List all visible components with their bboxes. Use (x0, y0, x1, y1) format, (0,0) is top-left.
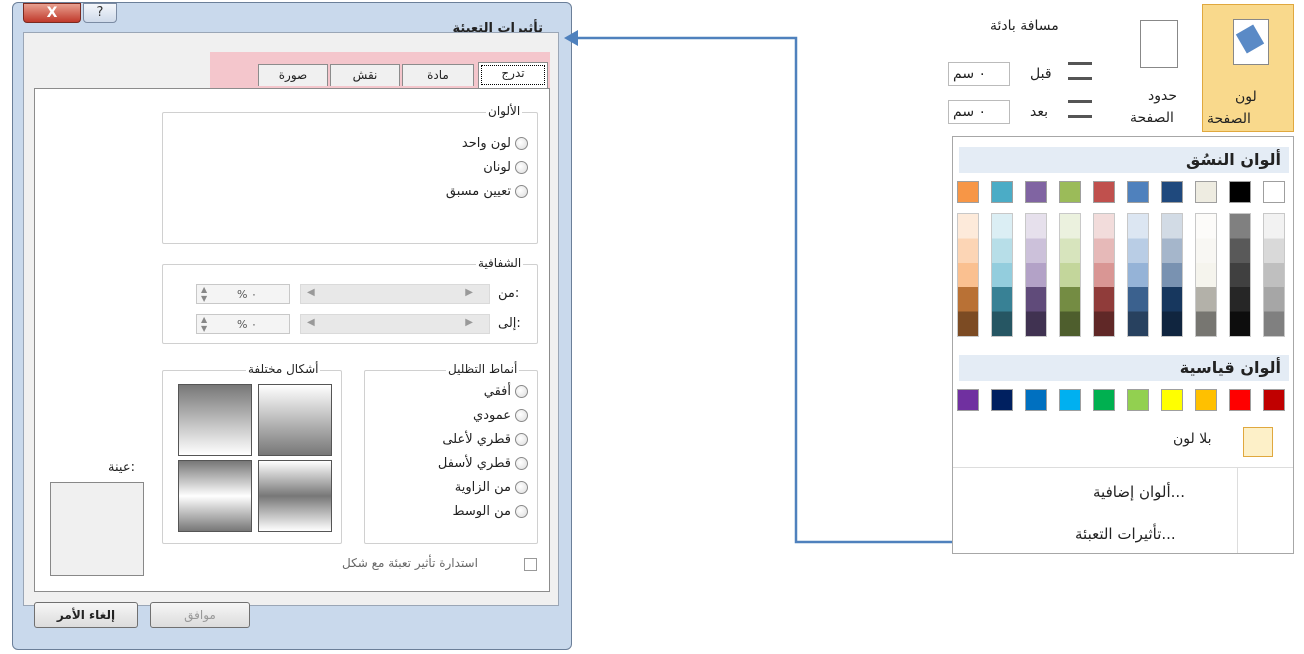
radio-from-corner[interactable]: من الزاوية (455, 480, 528, 495)
transparency-label: الشفافية (476, 256, 524, 270)
standard-color-swatch[interactable] (1093, 389, 1115, 411)
radio-diagonal-down[interactable]: قطري لأسفل (438, 456, 528, 471)
theme-color-swatch[interactable] (1229, 181, 1251, 203)
shading-label: أنماط التظليل (446, 362, 520, 376)
sample-preview (50, 482, 144, 576)
page-icon (1140, 20, 1178, 68)
from-spinner[interactable]: ▲ ▼% ٠ (196, 284, 290, 304)
theme-shade-column[interactable] (1263, 213, 1285, 337)
radio-diagonal-up[interactable]: قطري لأعلى (442, 432, 528, 447)
from-label: من: (498, 286, 520, 301)
radio-one-color[interactable]: لون واحد (462, 136, 528, 151)
indent-before-icon (1068, 62, 1092, 80)
standard-color-swatch[interactable] (1127, 389, 1149, 411)
theme-shade-column[interactable] (957, 213, 979, 337)
rotate-checkbox[interactable] (524, 558, 537, 571)
page-borders-button[interactable]: حدود الصفحة (1126, 4, 1198, 132)
help-button[interactable]: ? (83, 3, 117, 23)
cancel-button[interactable]: إلغاء الأمر (34, 602, 138, 628)
theme-color-swatch[interactable] (1263, 181, 1285, 203)
from-slider[interactable]: ◀ ▶ (300, 284, 490, 304)
theme-color-swatch[interactable] (1127, 181, 1149, 203)
variant-2[interactable] (178, 384, 252, 456)
no-color-item[interactable]: بلا لون (1173, 431, 1211, 447)
theme-shade-column[interactable] (1195, 213, 1217, 337)
paint-bucket-icon (1233, 19, 1269, 65)
theme-shade-column[interactable] (1025, 213, 1047, 337)
theme-shade-column[interactable] (1229, 213, 1251, 337)
divider (953, 467, 1293, 468)
to-spinner[interactable]: ▲ ▼% ٠ (196, 314, 290, 334)
after-label: بعد (1030, 104, 1048, 120)
theme-shade-column[interactable] (991, 213, 1013, 337)
theme-shade-column[interactable] (1059, 213, 1081, 337)
rotate-label: استدارة تأثير تعبئة مع شكل (342, 556, 478, 570)
colors-label: الألوان (486, 104, 523, 118)
colors-options: لون واحد لونان تعيين مسبق (328, 136, 528, 216)
theme-shade-column[interactable] (1093, 213, 1115, 337)
theme-color-swatch[interactable] (1025, 181, 1047, 203)
ok-button[interactable]: موافق (150, 602, 250, 628)
radio-two-colors[interactable]: لونان (483, 160, 528, 175)
standard-color-swatch[interactable] (1059, 389, 1081, 411)
standard-color-swatch[interactable] (957, 389, 979, 411)
standard-color-swatch[interactable] (1195, 389, 1217, 411)
theme-color-swatch[interactable] (1059, 181, 1081, 203)
standard-color-swatch[interactable] (1229, 389, 1251, 411)
standard-color-swatch[interactable] (991, 389, 1013, 411)
standard-color-swatch[interactable] (1025, 389, 1047, 411)
tab-picture[interactable]: صورة (258, 64, 328, 86)
no-color-icon[interactable] (1243, 427, 1273, 457)
before-label: قبل (1030, 66, 1052, 82)
variants-label: أشكال مختلفة (246, 362, 321, 376)
page-color-button[interactable]: لون الصفحة (1202, 4, 1294, 132)
indent-after-icon (1068, 100, 1092, 118)
after-input[interactable]: ٠ سم (948, 100, 1010, 124)
variant-1[interactable] (258, 384, 332, 456)
theme-color-swatch[interactable] (991, 181, 1013, 203)
standard-color-swatch[interactable] (1161, 389, 1183, 411)
before-input[interactable]: ٠ سم (948, 62, 1010, 86)
theme-shade-column[interactable] (1127, 213, 1149, 337)
theme-color-swatch[interactable] (957, 181, 979, 203)
tab-gradient[interactable]: تدرج (478, 62, 548, 88)
variant-3[interactable] (258, 460, 332, 532)
radio-from-center[interactable]: من الوسط (452, 504, 528, 519)
more-colors-item[interactable]: ألوان إضافية... (1093, 483, 1185, 501)
theme-shade-column[interactable] (1161, 213, 1183, 337)
to-label: إلى: (498, 316, 521, 331)
standard-colors-header: ألوان قياسية (959, 355, 1289, 381)
variant-4[interactable] (178, 460, 252, 532)
theme-color-swatch[interactable] (1161, 181, 1183, 203)
radio-vertical[interactable]: عمودي (473, 408, 528, 423)
tab-pattern[interactable]: نقش (330, 64, 400, 86)
tab-texture[interactable]: مادة (402, 64, 474, 86)
radio-horizontal[interactable]: أفقي (484, 384, 528, 399)
divider-vertical (1237, 467, 1238, 553)
close-button[interactable]: X (23, 3, 81, 23)
to-slider[interactable]: ◀ ▶ (300, 314, 490, 334)
shading-options: أفقي عمودي قطري لأعلى قطري لأسفل من الزا… (370, 384, 528, 534)
sample-label: عينة: (108, 460, 135, 475)
fill-effects-item[interactable]: تأثيرات التعبئة... (1075, 525, 1176, 543)
spacing-label: مسافة بادئة (990, 18, 1059, 34)
theme-color-swatch[interactable] (1195, 181, 1217, 203)
theme-color-swatch[interactable] (1093, 181, 1115, 203)
page-color-menu: ألوان النسُق ألوان قياسية بلا لون ألوان … (952, 136, 1294, 554)
radio-preset[interactable]: تعيين مسبق (446, 184, 528, 199)
standard-color-swatch[interactable] (1263, 389, 1285, 411)
theme-colors-header: ألوان النسُق (959, 147, 1289, 173)
